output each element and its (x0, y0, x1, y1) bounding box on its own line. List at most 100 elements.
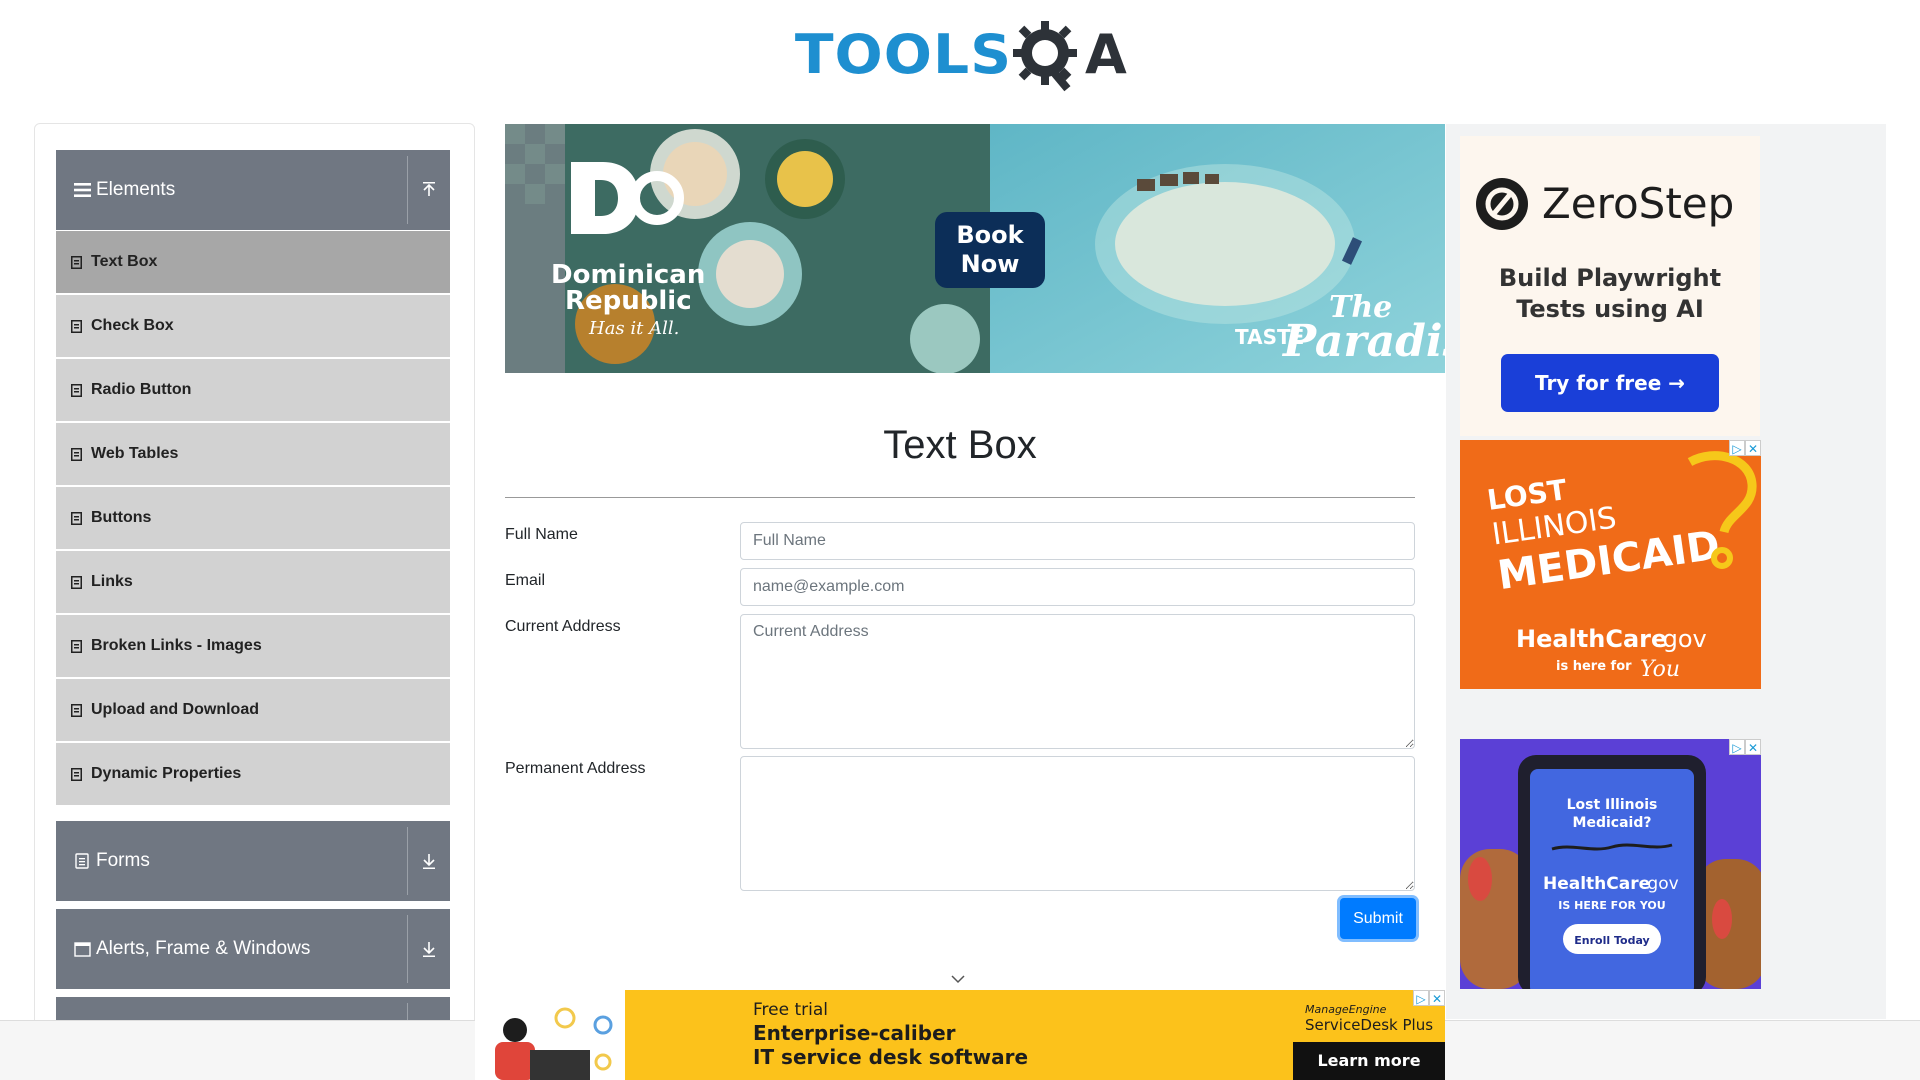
email-label: Email (505, 572, 546, 589)
zerostep-artwork: ZeroStep Build Playwright Tests using AI… (1476, 178, 1734, 412)
medicaid2-phone-line2: Medicaid? (1573, 815, 1652, 831)
dominican-republic-ad[interactable]: Dominican Republic Has it All. Book Now … (505, 124, 1445, 373)
item-icon (71, 575, 83, 589)
group-title: Alerts, Frame & Windows (96, 938, 311, 959)
sidebar-item-text-box[interactable]: Text Box (56, 231, 450, 293)
sidebar-item-label: Text Box (91, 253, 158, 270)
sidebar: Elements Text Box Check Box Radio Button… (34, 123, 475, 1043)
medicaid1-tagline-script: You (1640, 657, 1680, 682)
servicedesk-artwork: Free trial Enterprise-caliber IT service… (475, 990, 1445, 1080)
ad-cta-line1: Book (956, 221, 1024, 249)
medicaid1-brand-suffix: .gov (1655, 625, 1707, 653)
email-input[interactable] (740, 568, 1415, 606)
divider (407, 915, 408, 983)
expand-arrow-icon[interactable] (416, 909, 442, 989)
zerostep-brand: ZeroStep (1542, 179, 1734, 228)
close-icon[interactable]: ✕ (1429, 990, 1445, 1006)
item-icon (71, 639, 83, 653)
medicaid1-tagline: is here for (1556, 659, 1632, 674)
item-icon (71, 255, 83, 269)
close-icon[interactable]: ✕ (1745, 739, 1761, 755)
group-alerts-frame-windows[interactable]: Alerts, Frame & Windows (56, 909, 450, 989)
gear-q-icon (1009, 15, 1087, 93)
sidebar-item-label: Links (91, 573, 133, 590)
medicaid2-tagline: IS HERE FOR YOU (1558, 899, 1665, 912)
bottom-ad-cta: Learn more (1317, 1051, 1420, 1070)
medicaid-artwork-1: LOST ILLINOIS MEDICAID HealthCare .gov i… (1485, 451, 1757, 682)
title-divider (505, 497, 1415, 498)
sidebar-item-upload-and-download[interactable]: Upload and Download (56, 679, 450, 741)
healthcare-gov-ad-1[interactable]: LOST ILLINOIS MEDICAID HealthCare .gov i… (1460, 440, 1761, 689)
medicaid2-cta: Enroll Today (1574, 934, 1649, 947)
adchoices-badge[interactable]: ▷ ✕ (1729, 739, 1761, 755)
current-address-input[interactable] (740, 614, 1415, 749)
bottom-ad-kicker: Free trial (753, 1000, 828, 1020)
ad-artwork: Dominican Republic Has it All. Book Now … (505, 124, 1445, 373)
full-name-label: Full Name (505, 526, 578, 543)
collapse-arrow-icon[interactable] (416, 150, 442, 230)
ad-brand-line2: Republic (565, 286, 692, 316)
page-title: Text Box (883, 423, 1037, 467)
sidebar-item-label: Buttons (91, 509, 152, 526)
servicedesk-plus-ad[interactable]: Free trial Enterprise-caliber IT service… (475, 990, 1445, 1080)
chevron-down-icon[interactable] (950, 972, 966, 984)
adchoices-icon[interactable]: ▷ (1729, 440, 1745, 456)
divider (407, 827, 408, 895)
group-forms[interactable]: Forms (56, 821, 450, 901)
sidebar-item-label: Upload and Download (91, 701, 259, 718)
item-icon (71, 703, 83, 717)
logo-tools-text: TOOLS (794, 22, 1013, 86)
healthcare-gov-ad-2[interactable]: Lost Illinois Medicaid? HealthCare .gov … (1460, 739, 1761, 989)
group-elements[interactable]: Elements (56, 150, 450, 230)
item-icon (71, 319, 83, 333)
medicaid1-brand: HealthCare (1516, 625, 1667, 653)
sidebar-item-check-box[interactable]: Check Box (56, 295, 450, 357)
zerostep-ad[interactable]: ZeroStep Build Playwright Tests using AI… (1460, 136, 1760, 436)
close-icon[interactable]: ✕ (1745, 440, 1761, 456)
medicaid2-phone-line1: Lost Illinois (1567, 797, 1658, 813)
sidebar-item-label: Radio Button (91, 381, 192, 398)
current-address-label: Current Address (505, 618, 621, 635)
sidebar-item-label: Web Tables (91, 445, 179, 462)
ad-slogan-big: Paradise (1281, 316, 1445, 367)
permanent-address-input[interactable] (740, 756, 1415, 891)
sidebar-item-broken-links-images[interactable]: Broken Links - Images (56, 615, 450, 677)
document-icon (73, 852, 91, 870)
item-icon (71, 767, 83, 781)
page: TOOLS A Elements Text Box Check Box Radi… (0, 0, 1920, 1080)
sidebar-item-links[interactable]: Links (56, 551, 450, 613)
ad-cta-line2: Now (961, 250, 1020, 278)
bottom-ad-vendor: ManageEngine (1305, 1003, 1387, 1016)
full-name-input[interactable] (740, 522, 1415, 560)
toolsqa-logo[interactable]: TOOLS A (795, 14, 1127, 94)
zerostep-headline-1: Build Playwright (1499, 264, 1721, 292)
item-icon (71, 383, 83, 397)
medicaid2-brand-suffix: .gov (1642, 874, 1679, 894)
group-title: Elements (96, 179, 176, 200)
sidebar-item-label: Broken Links - Images (91, 637, 262, 654)
adchoices-icon[interactable]: ▷ (1413, 990, 1429, 1006)
item-icon (71, 447, 83, 461)
sidebar-item-label: Dynamic Properties (91, 765, 242, 782)
sidebar-item-label: Check Box (91, 317, 174, 334)
adchoices-badge[interactable]: ▷ ✕ (1729, 440, 1761, 456)
sidebar-item-radio-button[interactable]: Radio Button (56, 359, 450, 421)
submit-button[interactable]: Submit (1340, 898, 1416, 939)
adchoices-icon[interactable]: ▷ (1729, 739, 1745, 755)
item-icon (71, 511, 83, 525)
menu-icon (73, 181, 91, 199)
expand-arrow-icon[interactable] (416, 821, 442, 901)
logo-a-text: A (1084, 22, 1127, 86)
bottom-ad-headline-1: Enterprise-caliber (753, 1021, 956, 1045)
zerostep-cta: Try for free → (1535, 371, 1685, 395)
adchoices-badge[interactable]: ▷ ✕ (1413, 990, 1445, 1006)
sidebar-item-dynamic-properties[interactable]: Dynamic Properties (56, 743, 450, 805)
bottom-ad-headline-2: IT service desk software (753, 1045, 1028, 1069)
group-title: Forms (96, 850, 150, 871)
ad-tagline: Has it All. (588, 318, 679, 339)
divider (407, 156, 408, 224)
medicaid-artwork-2: Lost Illinois Medicaid? HealthCare .gov … (1460, 755, 1761, 989)
sidebar-item-web-tables[interactable]: Web Tables (56, 423, 450, 485)
medicaid2-brand: HealthCare (1543, 874, 1650, 894)
sidebar-item-buttons[interactable]: Buttons (56, 487, 450, 549)
